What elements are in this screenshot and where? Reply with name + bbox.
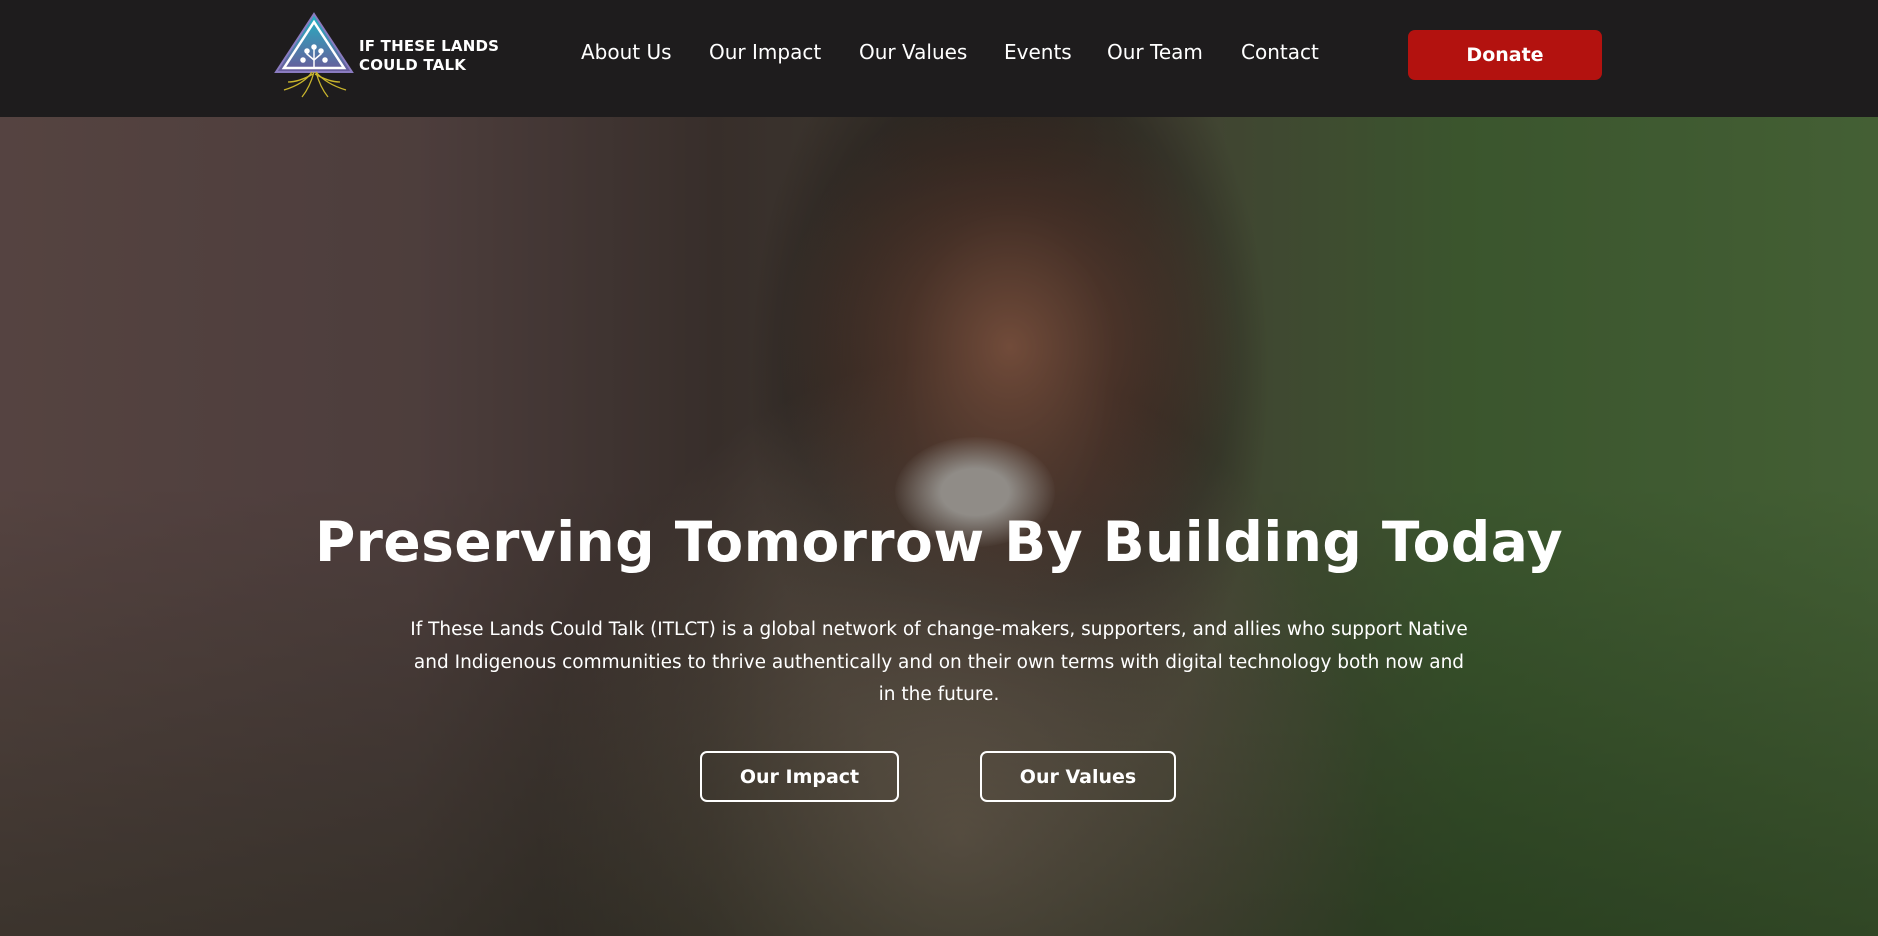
hero-description: If These Lands Could Talk (ITLCT) is a g… <box>410 619 1468 705</box>
brand-line-1: IF THESE LANDS <box>359 37 500 55</box>
hero-section: Preserving Tomorrow By Building Today If… <box>0 117 1878 936</box>
nav-contact[interactable]: Contact <box>1241 40 1319 64</box>
our-values-button[interactable]: Our Values <box>980 751 1176 802</box>
brand-line-2: COULD TALK <box>359 56 467 74</box>
nav-our-values[interactable]: Our Values <box>859 40 967 64</box>
top-nav: IF THESE LANDS COULD TALK About Us Our Im… <box>0 0 1878 117</box>
nav-our-team[interactable]: Our Team <box>1107 40 1203 64</box>
our-impact-button[interactable]: Our Impact <box>700 751 899 802</box>
nav-about-us[interactable]: About Us <box>581 40 672 64</box>
hero-title: Preserving Tomorrow By Building Today <box>314 510 1564 574</box>
donate-button[interactable]: Donate <box>1408 30 1602 80</box>
nav-events[interactable]: Events <box>1004 40 1072 64</box>
brand-name[interactable]: IF THESE LANDS COULD TALK <box>359 37 499 75</box>
nav-our-impact[interactable]: Our Impact <box>709 40 821 64</box>
logo-icon[interactable] <box>274 12 354 98</box>
